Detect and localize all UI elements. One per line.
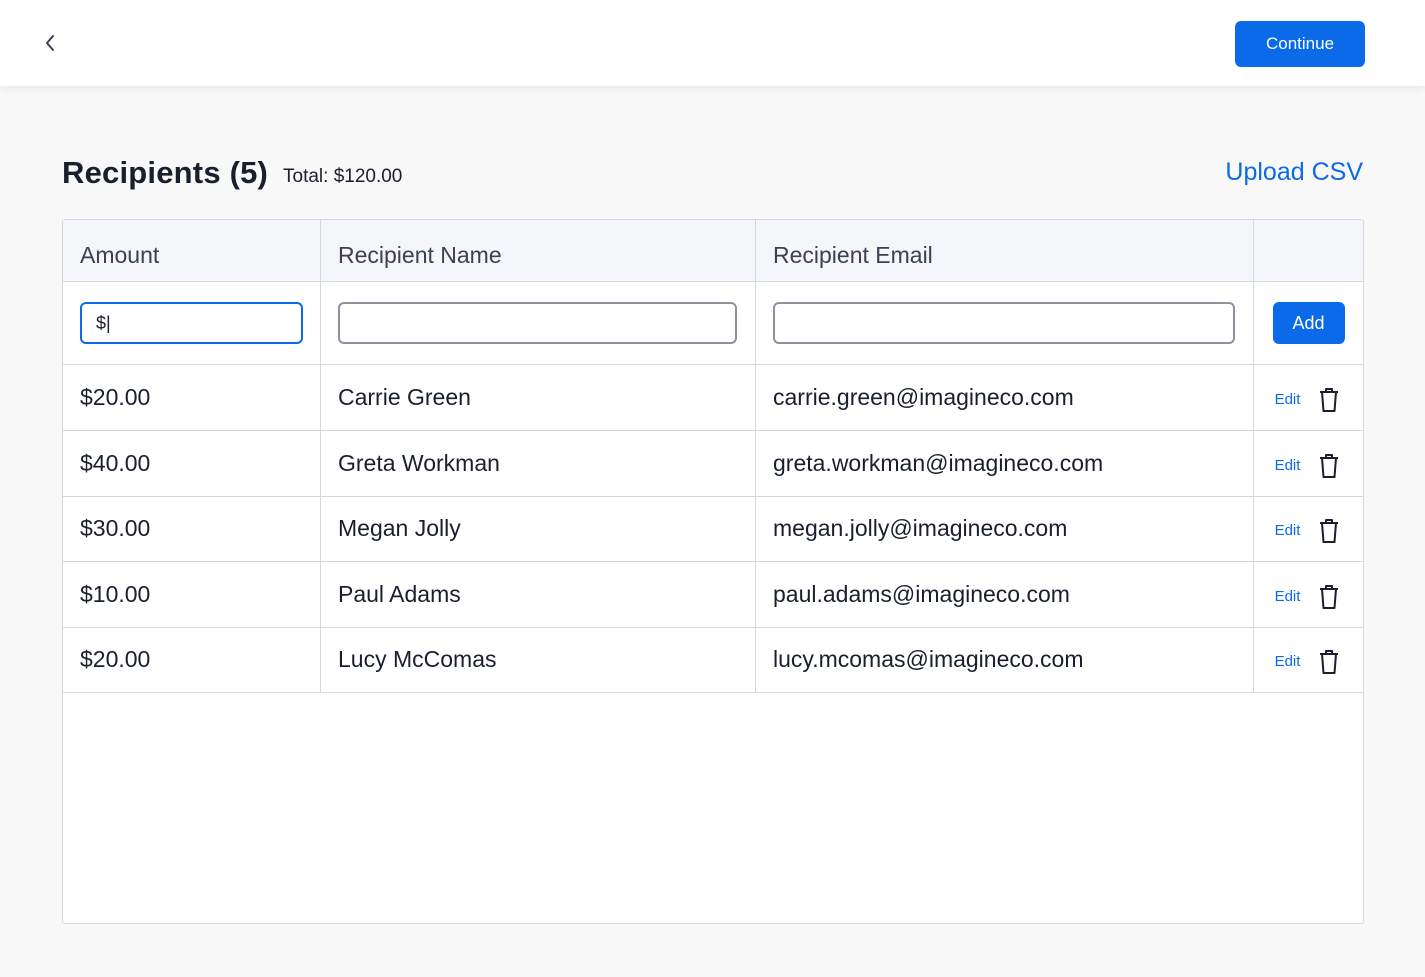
table-row: $20.00 Lucy McComas lucy.mcomas@imaginec…	[63, 627, 1363, 693]
column-header-recipient-name: Recipient Name	[321, 220, 756, 281]
name-cell: Greta Workman	[321, 431, 756, 496]
amount-cell: $40.00	[63, 431, 321, 496]
row-actions: Edit	[1254, 627, 1363, 692]
email-cell: carrie.green@imagineco.com	[756, 365, 1254, 430]
table-row: $30.00 Megan Jolly megan.jolly@imagineco…	[63, 496, 1363, 562]
table-row: $10.00 Paul Adams paul.adams@imagineco.c…	[63, 562, 1363, 628]
row-actions: Edit	[1254, 365, 1363, 430]
trash-icon[interactable]	[1316, 517, 1342, 545]
edit-button[interactable]: Edit	[1275, 588, 1301, 605]
amount-cell: $10.00	[63, 562, 321, 627]
edit-button[interactable]: Edit	[1275, 653, 1301, 670]
table-row: $20.00 Carrie Green carrie.green@imagine…	[63, 365, 1363, 431]
name-cell: Lucy McComas	[321, 627, 756, 692]
row-actions: Edit	[1254, 562, 1363, 627]
back-button[interactable]	[36, 28, 64, 58]
table-row: $40.00 Greta Workman greta.workman@imagi…	[63, 431, 1363, 497]
recipient-name-input[interactable]	[338, 302, 737, 344]
column-header-recipient-email: Recipient Email	[756, 220, 1254, 281]
trash-icon[interactable]	[1316, 452, 1342, 480]
top-bar: Continue	[0, 0, 1425, 86]
new-recipient-row: Add	[63, 282, 1363, 365]
amount-cell: $20.00	[63, 627, 321, 692]
page-title: Recipients (5)	[62, 155, 269, 190]
name-cell: Megan Jolly	[321, 496, 756, 561]
trash-icon[interactable]	[1316, 583, 1342, 611]
row-actions: Edit	[1254, 496, 1363, 561]
trash-icon[interactable]	[1316, 648, 1342, 676]
continue-button[interactable]: Continue	[1235, 21, 1365, 67]
edit-button[interactable]: Edit	[1275, 522, 1301, 539]
column-header-amount: Amount	[63, 220, 321, 281]
amount-input[interactable]	[80, 302, 303, 344]
email-cell: megan.jolly@imagineco.com	[756, 496, 1254, 561]
total-amount: Total: $120.00	[283, 166, 403, 187]
table-header-row: Amount Recipient Name Recipient Email	[63, 220, 1363, 282]
chevron-left-icon	[46, 35, 54, 51]
edit-button[interactable]: Edit	[1275, 391, 1301, 408]
amount-cell: $30.00	[63, 496, 321, 561]
name-cell: Carrie Green	[321, 365, 756, 430]
add-button[interactable]: Add	[1272, 302, 1345, 344]
amount-cell: $20.00	[63, 365, 321, 430]
email-cell: paul.adams@imagineco.com	[756, 562, 1254, 627]
edit-button[interactable]: Edit	[1275, 457, 1301, 474]
name-cell: Paul Adams	[321, 562, 756, 627]
recipients-table: Amount Recipient Name Recipient Email Ad…	[62, 219, 1364, 924]
column-header-actions	[1254, 220, 1363, 281]
upload-csv-link[interactable]: Upload CSV	[1225, 158, 1363, 187]
trash-icon[interactable]	[1316, 386, 1342, 414]
row-actions: Edit	[1254, 431, 1363, 496]
email-cell: greta.workman@imagineco.com	[756, 431, 1254, 496]
email-cell: lucy.mcomas@imagineco.com	[756, 627, 1254, 692]
recipient-email-input[interactable]	[773, 302, 1235, 344]
